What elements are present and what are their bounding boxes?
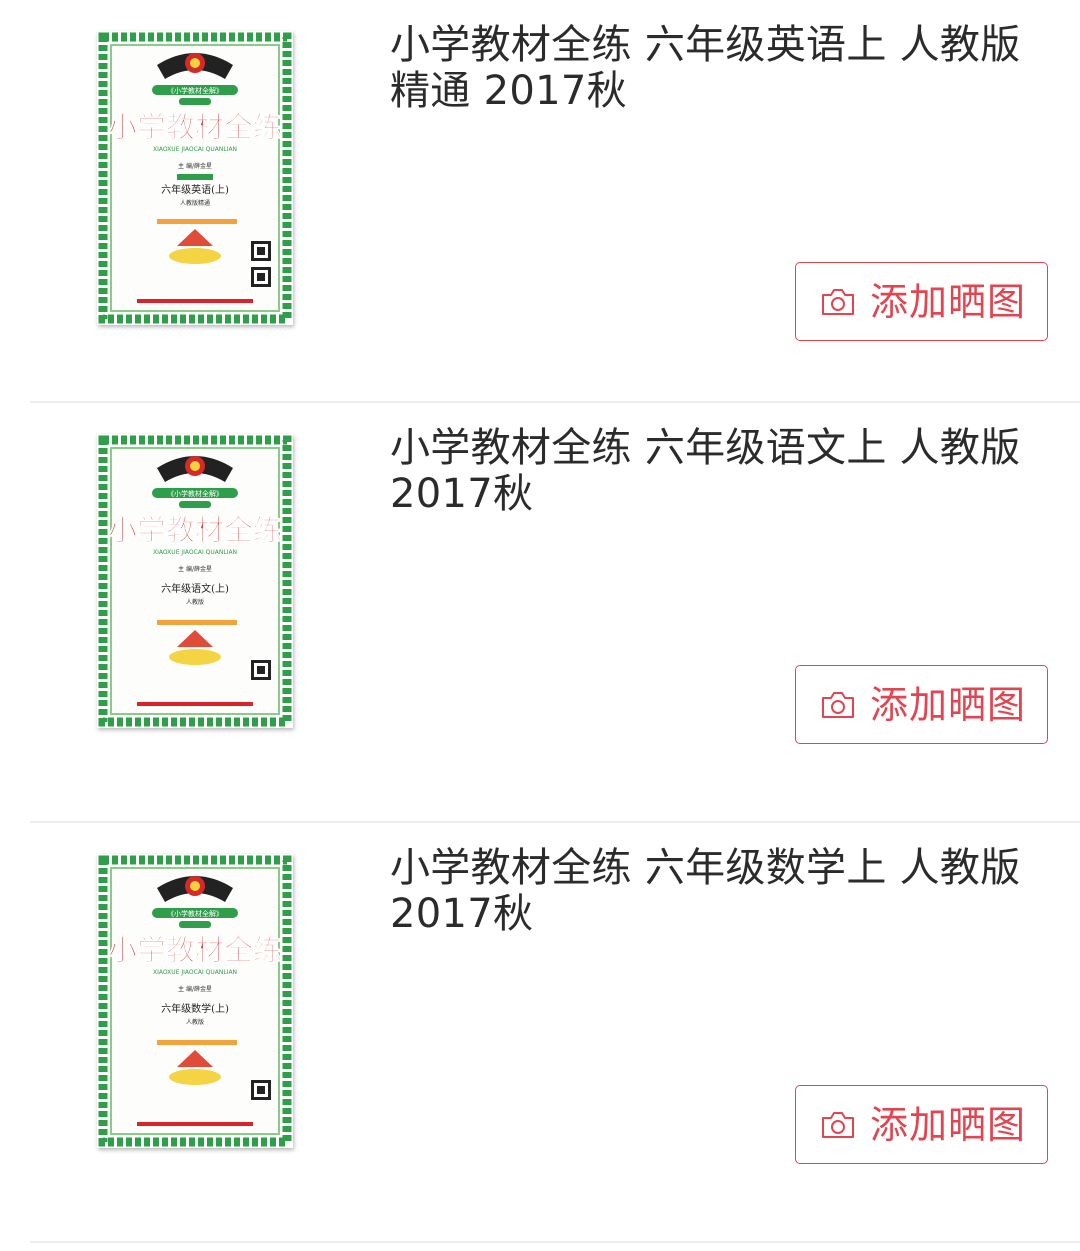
cover-edition: 人教版	[186, 598, 204, 606]
book-cover-image[interactable]: 《小学教材全解》 小学教材全练 XIAOXUE JIAOCAI QUANLIAN…	[97, 854, 293, 1148]
cover-series-tag: 《小学教材全解》	[167, 909, 223, 918]
add-photo-label: 添加晒图	[870, 1102, 1027, 1147]
list-item: 《小学教材全解》 小学教材全练 XIAOXUE JIAOCAI QUANLIAN…	[0, 0, 1080, 403]
cover-series-tag: 《小学教材全解》	[167, 86, 223, 95]
cover-edition: 人教版精通	[180, 199, 210, 207]
product-title[interactable]: 小学教材全练 六年级语文上 人教版2017秋	[390, 425, 1050, 517]
add-photo-button[interactable]: 添加晒图	[795, 262, 1048, 341]
cover-editor: 主 编/薛金星	[178, 565, 212, 573]
list-item: 《小学教材全解》 小学教材全练 XIAOXUE JIAOCAI QUANLIAN…	[0, 403, 1080, 823]
list-item: 《小学教材全解》 小学教材全练 XIAOXUE JIAOCAI QUANLIAN…	[0, 823, 1080, 1243]
book-cover-art: 《小学教材全解》 小学教材全练 XIAOXUE JIAOCAI QUANLIAN…	[97, 31, 293, 325]
book-cover-art: 《小学教材全解》 小学教材全练 XIAOXUE JIAOCAI QUANLIAN…	[97, 434, 293, 728]
cover-editor: 主 编/薛金星	[178, 985, 212, 993]
cover-pinyin: XIAOXUE JIAOCAI QUANLIAN	[153, 146, 237, 153]
cover-brand: 小学教材全练	[108, 513, 282, 547]
product-title[interactable]: 小学教材全练 六年级数学上 人教版2017秋	[390, 845, 1050, 937]
add-photo-button[interactable]: 添加晒图	[795, 1085, 1048, 1164]
cover-edition: 人教版	[186, 1018, 204, 1026]
book-cover-image[interactable]: 《小学教材全解》 小学教材全练 XIAOXUE JIAOCAI QUANLIAN…	[97, 31, 293, 325]
cover-pinyin: XIAOXUE JIAOCAI QUANLIAN	[153, 549, 237, 556]
cover-editor: 主 编/薛金星	[178, 162, 212, 170]
product-title[interactable]: 小学教材全练 六年级英语上 人教版精通 2017秋	[390, 22, 1050, 114]
cover-brand: 小学教材全练	[108, 110, 282, 144]
cover-series-tag: 《小学教材全解》	[167, 489, 223, 498]
add-photo-label: 添加晒图	[870, 279, 1027, 324]
product-list: 《小学教材全解》 小学教材全练 XIAOXUE JIAOCAI QUANLIAN…	[0, 0, 1080, 1243]
book-cover-image[interactable]: 《小学教材全解》 小学教材全练 XIAOXUE JIAOCAI QUANLIAN…	[97, 434, 293, 728]
cover-grade-subject: 六年级数学(上)	[161, 1002, 229, 1015]
cover-brand: 小学教材全练	[108, 933, 282, 967]
cover-grade-subject: 六年级语文(上)	[161, 582, 229, 595]
cover-pinyin: XIAOXUE JIAOCAI QUANLIAN	[153, 969, 237, 976]
camera-icon	[820, 1110, 856, 1140]
camera-icon	[820, 690, 856, 720]
camera-icon	[820, 287, 856, 317]
cover-grade-subject: 六年级英语(上)	[161, 183, 229, 196]
book-cover-art: 《小学教材全解》 小学教材全练 XIAOXUE JIAOCAI QUANLIAN…	[97, 854, 293, 1148]
divider	[30, 1241, 1080, 1243]
add-photo-label: 添加晒图	[870, 682, 1027, 727]
add-photo-button[interactable]: 添加晒图	[795, 665, 1048, 744]
